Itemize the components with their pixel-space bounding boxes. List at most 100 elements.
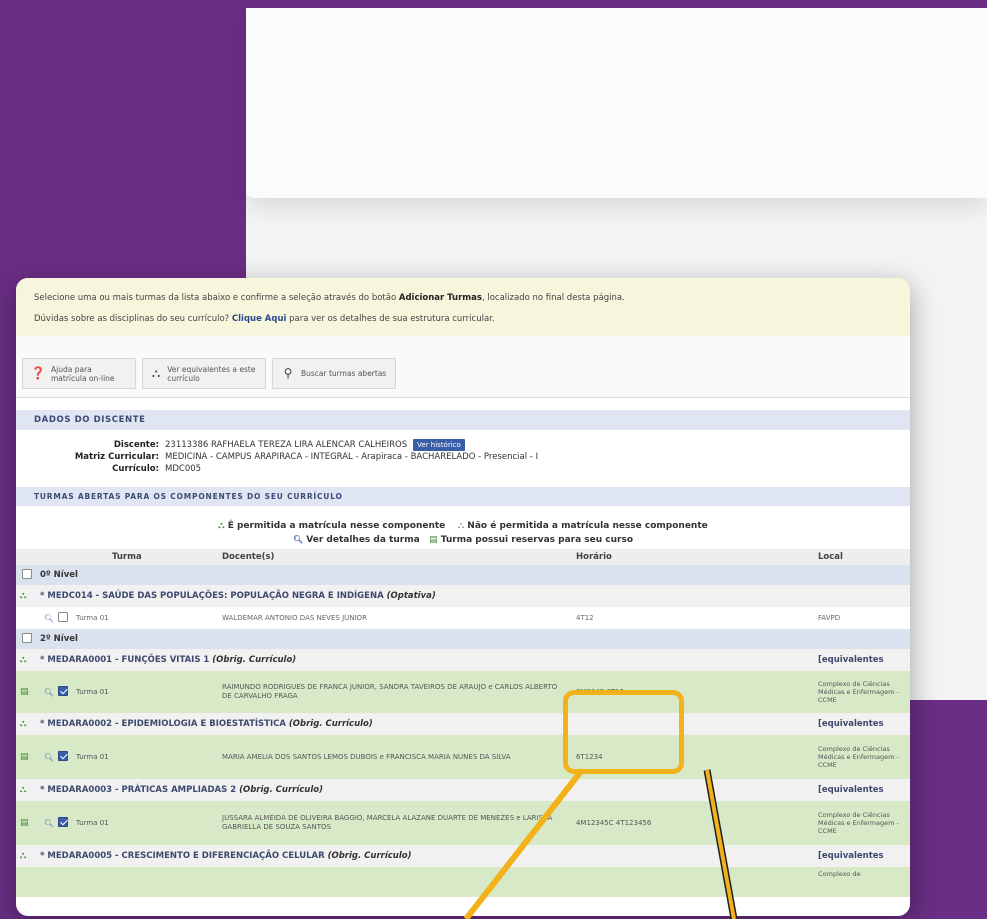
equivalents-link[interactable]: [equivalentes bbox=[818, 779, 910, 801]
class-name: Turma 01 bbox=[76, 688, 109, 696]
col-horario: Horário bbox=[576, 549, 818, 565]
notice-text: , localizado no final desta página. bbox=[481, 293, 625, 303]
component-name: * MEDC014 - SAÚDE DAS POPULAÇÕES: POPULA… bbox=[40, 591, 387, 601]
permitted-icon: ⛬ bbox=[20, 655, 27, 665]
component-row: ⛬ * MEDARA0002 - EPIDEMIOLOGIA E BIOESTA… bbox=[16, 713, 910, 735]
component-tag: (Optativa) bbox=[386, 591, 436, 601]
toolbar: ❓ Ajuda para matrícula on-line ⛬ Ver equ… bbox=[16, 336, 910, 398]
details-icon[interactable]: 🔍︎ bbox=[44, 614, 54, 623]
class-location: Complexo de Ciências Médicas e Enfermage… bbox=[818, 745, 899, 769]
details-icon[interactable]: 🔍︎ bbox=[44, 753, 54, 762]
component-tag: (Obrig. Currículo) bbox=[212, 655, 297, 665]
level-checkbox[interactable] bbox=[22, 632, 32, 643]
hierarchy-icon: ⛬ bbox=[151, 366, 161, 380]
class-location: FAVPD bbox=[818, 614, 841, 622]
class-row: ▤ 🔍︎ Turma 01 JUSSARA ALMEIDA DE OLIVEIR… bbox=[16, 801, 910, 845]
curriculo-row: Currículo: MDC005 bbox=[16, 463, 910, 475]
level-row: 0º Nível bbox=[16, 565, 910, 585]
discente-value: 23113386 RAFHAELA TEREZA LIRA ALENCAR CA… bbox=[165, 440, 408, 450]
table-header: Turma Docente(s) Horário Local bbox=[16, 549, 910, 565]
class-schedule: 4M12345C 4T123456 bbox=[576, 819, 652, 827]
legend-permitted: É permitida a matrícula nesse componente bbox=[227, 521, 446, 531]
classes-table: Turma Docente(s) Horário Local 0º Nível … bbox=[16, 549, 910, 897]
component-tag: (Obrig. Currículo) bbox=[239, 785, 323, 795]
class-location: Complexo de Ciências Médicas e Enfermage… bbox=[818, 680, 899, 704]
curriculo-label: Currículo: bbox=[112, 464, 159, 474]
permitted-icon: ⛬ bbox=[218, 521, 225, 531]
class-name: Turma 01 bbox=[76, 819, 109, 827]
class-checkbox[interactable] bbox=[58, 612, 68, 622]
component-tag: (Obrig. Currículo) bbox=[288, 719, 373, 729]
level-label: 0º Nível bbox=[40, 570, 78, 580]
class-checkbox[interactable] bbox=[58, 817, 68, 827]
permitted-icon: ⛬ bbox=[20, 719, 27, 729]
equivalents-link[interactable]: [equivalentes bbox=[818, 713, 910, 735]
view-history-button[interactable]: Ver histórico bbox=[413, 439, 465, 451]
component-title: * MEDARA0005 - CRESCIMENTO E DIFERENCIAÇ… bbox=[36, 845, 818, 867]
class-teacher: RAIMUNDO RODRIGUES DE FRANCA JUNIOR, SAN… bbox=[222, 683, 558, 700]
enrollment-panel: Selecione uma ou mais turmas da lista ab… bbox=[16, 278, 910, 916]
class-name: Turma 01 bbox=[76, 614, 109, 622]
discente-row: Discente: 23113386 RAFHAELA TEREZA LIRA … bbox=[16, 439, 910, 451]
col-turma: Turma bbox=[72, 549, 222, 565]
class-location: Complexo de bbox=[818, 870, 861, 878]
component-title: * MEDARA0002 - EPIDEMIOLOGIA E BIOESTATÍ… bbox=[36, 713, 818, 735]
class-row: 🔍︎ Turma 01 WALDEMAR ANTONIO DAS NEVES J… bbox=[16, 607, 910, 629]
legend-reserves: Turma possui reservas para seu curso bbox=[440, 535, 634, 545]
not-permitted-icon: ⛬ bbox=[457, 521, 465, 531]
equivalents-link[interactable]: [equivalentes bbox=[818, 845, 910, 867]
notice-text: Selecione uma ou mais turmas da lista ab… bbox=[34, 293, 399, 303]
matriz-row: Matriz Curricular: MEDICINA - CAMPUS ARA… bbox=[16, 451, 910, 463]
permitted-icon: ⛬ bbox=[20, 785, 27, 795]
class-row: Complexo de bbox=[16, 867, 910, 897]
details-icon[interactable]: 🔍︎ bbox=[44, 819, 54, 828]
help-button[interactable]: ❓ Ajuda para matrícula on-line bbox=[22, 358, 136, 389]
component-name: * MEDARA0002 - EPIDEMIOLOGIA E BIOESTATÍ… bbox=[40, 719, 289, 729]
class-checkbox[interactable] bbox=[58, 751, 68, 761]
notice-text: para ver os detalhes de sua estrutura cu… bbox=[286, 314, 495, 324]
student-section-header: Dados do discente bbox=[16, 410, 910, 430]
search-icon: ⚲ bbox=[283, 366, 293, 380]
class-teacher: WALDEMAR ANTONIO DAS NEVES JUNIOR bbox=[222, 614, 367, 622]
class-teacher: MARIA AMELIA DOS SANTOS LEMOS DUBOIS e F… bbox=[222, 752, 511, 761]
matriz-value: MEDICINA - CAMPUS ARAPIRACA - INTEGRAL -… bbox=[165, 452, 539, 462]
component-title: * MEDC014 - SAÚDE DAS POPULAÇÕES: POPULA… bbox=[36, 585, 818, 607]
permitted-icon: ⛬ bbox=[20, 591, 27, 601]
class-checkbox[interactable] bbox=[58, 686, 68, 696]
notice-line-1: Selecione uma ou mais turmas da lista ab… bbox=[34, 288, 896, 309]
details-icon[interactable]: 🔍︎ bbox=[44, 688, 54, 697]
reserve-icon: ▤ bbox=[20, 752, 29, 762]
reserve-icon: ▤ bbox=[429, 535, 438, 545]
class-row: ▤ 🔍︎ Turma 01 MARIA AMELIA DOS SANTOS LE… bbox=[16, 735, 910, 779]
matriz-label: Matriz Curricular: bbox=[74, 452, 159, 462]
legend-not-permitted: Não é permitida a matrícula nesse compon… bbox=[467, 521, 708, 531]
search-label: Buscar turmas abertas bbox=[301, 369, 387, 378]
level-row: 2º Nível bbox=[16, 629, 910, 649]
search-classes-button[interactable]: ⚲ Buscar turmas abertas bbox=[272, 358, 396, 389]
click-here-link[interactable]: Clique Aqui bbox=[232, 314, 287, 324]
component-row: ⛬ * MEDARA0005 - CRESCIMENTO E DIFERENCI… bbox=[16, 845, 910, 867]
legend-line-1: ⛬ É permitida a matrícula nesse componen… bbox=[16, 520, 910, 533]
level-label: 2º Nível bbox=[40, 634, 78, 644]
notice-text: Dúvidas sobre as disciplinas do seu curr… bbox=[34, 314, 232, 324]
class-teacher: JUSSARA ALMEIDA DE OLIVEIRA BAGGIO, MARC… bbox=[222, 814, 553, 831]
component-tag: (Obrig. Currículo) bbox=[327, 851, 412, 861]
help-label: Ajuda para matrícula on-line bbox=[51, 364, 115, 383]
reserve-icon: ▤ bbox=[20, 687, 29, 697]
component-name: * MEDARA0005 - CRESCIMENTO E DIFERENCIAÇ… bbox=[40, 851, 328, 861]
component-title: * MEDARA0003 - PRÁTICAS AMPLIADAS 2 (Obr… bbox=[36, 779, 818, 801]
legend-line-2: 🔍︎ Ver detalhes da turma ▤ Turma possui … bbox=[16, 533, 910, 547]
component-name: * MEDARA0001 - FUNÇÕES VITAIS 1 bbox=[40, 655, 213, 665]
permitted-icon: ⛬ bbox=[20, 851, 27, 861]
col-local: Local bbox=[818, 549, 910, 565]
view-equivalents-button[interactable]: ⛬ Ver equivalentes a este currículo bbox=[142, 358, 266, 389]
level-checkbox[interactable] bbox=[22, 568, 32, 579]
equivalents-link[interactable]: [equivalentes bbox=[818, 649, 910, 671]
equivalents-label: Ver equivalentes a este currículo bbox=[167, 364, 256, 383]
schedule-highlight-box bbox=[563, 690, 684, 774]
discente-label: Discente: bbox=[113, 440, 159, 450]
paper-fold bbox=[246, 8, 987, 198]
question-icon: ❓ bbox=[30, 366, 46, 380]
instructions-notice: Selecione uma ou mais turmas da lista ab… bbox=[16, 278, 910, 336]
class-name: Turma 01 bbox=[76, 753, 109, 761]
